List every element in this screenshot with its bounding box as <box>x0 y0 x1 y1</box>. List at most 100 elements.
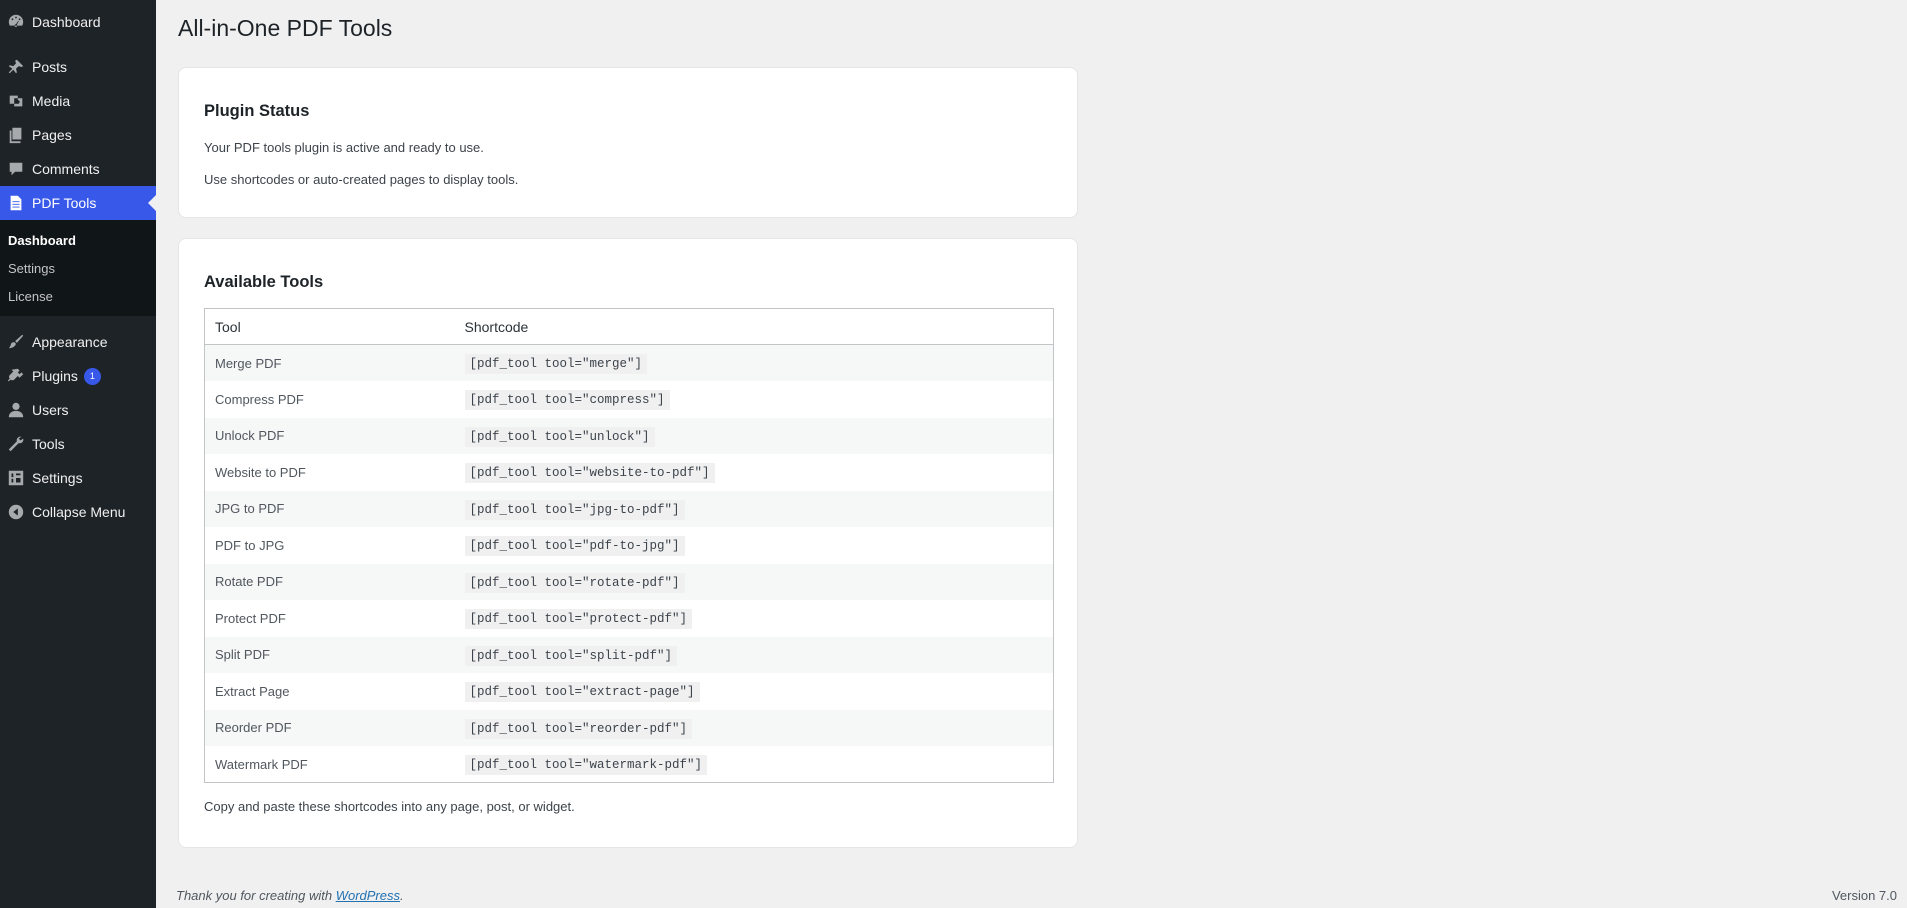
column-header-tool: Tool <box>204 308 455 345</box>
plugin-status-heading: Plugin Status <box>204 102 310 120</box>
shortcode-text[interactable]: [pdf_tool tool="extract-page"] <box>464 682 700 703</box>
menu-label: Posts <box>32 59 68 75</box>
menu-label: Plugins <box>32 368 78 384</box>
shortcode-cell: [pdf_tool tool="compress"] <box>455 381 1054 418</box>
submenu-item-license[interactable]: License <box>0 282 156 310</box>
table-row: Split PDF [pdf_tool tool="split-pdf"] <box>204 636 1054 673</box>
shortcode-text[interactable]: [pdf_tool tool="merge"] <box>464 354 648 374</box>
shortcode-cell: [pdf_tool tool="split-pdf"] <box>454 636 1054 673</box>
menu-item-settings[interactable]: Settings <box>0 461 156 495</box>
dashboard-icon <box>0 13 32 31</box>
shortcode-text[interactable]: [pdf_tool tool="rotate-pdf"] <box>464 572 685 593</box>
table-row: Reorder PDF [pdf_tool tool="reorder-pdf"] <box>204 709 1054 746</box>
shortcode-text[interactable]: [pdf_tool tool="pdf-to-jpg"] <box>464 536 685 557</box>
available-tools-card: Available Tools Tool Shortcode Merge PDF… <box>178 238 1078 848</box>
menu-item-dashboard[interactable]: Dashboard <box>0 5 156 39</box>
comment-icon <box>0 160 32 178</box>
admin-sidebar: Dashboard Posts Media Pages Comments PDF… <box>0 0 156 908</box>
menu-label: Settings <box>32 470 83 486</box>
tool-name-cell: PDF to JPG <box>215 537 285 553</box>
tools-table: Tool Shortcode Merge PDF [pdf_tool tool="… <box>204 308 1054 783</box>
shortcode-text[interactable]: [pdf_tool tool="compress"] <box>464 390 670 411</box>
submenu-item-settings[interactable]: Settings <box>0 254 156 282</box>
menu-item-tools[interactable]: Tools <box>0 427 156 461</box>
menu-item-plugins[interactable]: Plugins 1 <box>0 359 156 393</box>
shortcode-text[interactable]: [pdf_tool tool="website-to-pdf"] <box>464 463 715 484</box>
table-row: Merge PDF [pdf_tool tool="merge"] <box>204 344 1054 381</box>
pages-icon <box>0 126 32 144</box>
plugin-status-card: Plugin Status Your PDF tools plugin is a… <box>178 67 1078 218</box>
current-menu-arrow <box>148 195 156 211</box>
media-icon <box>0 92 32 110</box>
document-icon <box>0 194 32 212</box>
menu-label: Comments <box>32 161 100 177</box>
menu-label: Dashboard <box>32 14 101 30</box>
table-row: JPG to PDF [pdf_tool tool="jpg-to-pdf"] <box>204 490 1054 527</box>
shortcode-cell: [pdf_tool tool="website-to-pdf"] <box>455 454 1054 491</box>
shortcode-cell: [pdf_tool tool="reorder-pdf"] <box>454 709 1054 746</box>
footer-thanks: Thank you for creating with WordPress. <box>176 888 404 903</box>
brush-icon <box>0 333 32 351</box>
tool-name-cell: Protect PDF <box>215 610 286 626</box>
shortcode-cell: [pdf_tool tool="unlock"] <box>454 417 1054 454</box>
menu-item-comments[interactable]: Comments <box>0 152 156 186</box>
status-line-2: Use shortcodes or auto-created pages to … <box>204 172 519 187</box>
tool-name-cell: Merge PDF <box>204 344 455 381</box>
pdf-tools-submenu: Dashboard Settings License <box>0 220 156 316</box>
wordpress-link[interactable]: WordPress <box>336 888 400 903</box>
pushpin-icon <box>0 58 32 76</box>
status-line-1: Your PDF tools plugin is active and read… <box>204 140 484 155</box>
tool-name-cell: Split PDF <box>204 636 455 673</box>
tool-name-cell: Website to PDF <box>215 464 306 480</box>
table-row: PDF to JPG [pdf_tool tool="pdf-to-jpg"] <box>205 527 1054 564</box>
menu-item-posts[interactable]: Posts <box>0 50 156 84</box>
plugin-icon <box>0 367 32 385</box>
shortcode-text[interactable]: [pdf_tool tool="split-pdf"] <box>464 645 678 666</box>
update-count-badge: 1 <box>83 367 101 385</box>
shortcode-cell: [pdf_tool tool="merge"] <box>454 344 1054 381</box>
shortcode-text[interactable]: [pdf_tool tool="reorder-pdf"] <box>464 718 693 739</box>
menu-label: Users <box>32 402 69 418</box>
page-title: All-in-One PDF Tools <box>178 15 393 41</box>
table-row: Protect PDF [pdf_tool tool="protect-pdf"] <box>205 600 1054 637</box>
tool-name-cell: Watermark PDF <box>215 756 308 772</box>
collapse-menu-button[interactable]: Collapse Menu <box>0 495 156 529</box>
footer-thanks-prefix: Thank you for creating with <box>176 888 336 903</box>
table-row: Watermark PDF [pdf_tool tool="watermark-p… <box>205 746 1054 783</box>
shortcode-text[interactable]: [pdf_tool tool="protect-pdf"] <box>464 609 693 630</box>
shortcode-text[interactable]: [pdf_tool tool="watermark-pdf"] <box>464 755 708 775</box>
wrench-icon <box>0 435 32 453</box>
shortcode-cell: [pdf_tool tool="jpg-to-pdf"] <box>454 490 1054 527</box>
table-row: Compress PDF [pdf_tool tool="compress"] <box>205 381 1054 418</box>
shortcode-text[interactable]: [pdf_tool tool="unlock"] <box>464 426 655 447</box>
menu-item-appearance[interactable]: Appearance <box>0 325 156 359</box>
version-text: Version 7.0 <box>1831 888 1897 903</box>
table-row: Rotate PDF [pdf_tool tool="rotate-pdf"] <box>204 563 1054 600</box>
tool-name-cell: Compress PDF <box>215 391 304 407</box>
shortcode-cell: [pdf_tool tool="pdf-to-jpg"] <box>455 527 1054 564</box>
menu-label: PDF Tools <box>32 195 97 211</box>
menu-item-pages[interactable]: Pages <box>0 118 156 152</box>
submenu-item-dashboard[interactable]: Dashboard <box>0 226 156 254</box>
tool-name-cell: JPG to PDF <box>204 490 455 527</box>
footer-thanks-suffix: . <box>400 888 404 903</box>
menu-item-pdf-tools[interactable]: PDF Tools <box>0 186 156 220</box>
shortcode-cell: [pdf_tool tool="rotate-pdf"] <box>454 563 1054 600</box>
table-row: Extract Page [pdf_tool tool="extract-page… <box>205 673 1054 710</box>
collapse-icon <box>0 503 32 521</box>
column-header-shortcode: Shortcode <box>454 308 1054 345</box>
shortcode-help-text: Copy and paste these shortcodes into any… <box>204 799 575 814</box>
table-row: Unlock PDF [pdf_tool tool="unlock"] <box>204 417 1054 454</box>
tool-name-cell: Reorder PDF <box>204 709 455 746</box>
menu-label: Media <box>32 93 71 109</box>
tool-name-cell: Rotate PDF <box>204 563 455 600</box>
shortcode-text[interactable]: [pdf_tool tool="jpg-to-pdf"] <box>464 499 685 520</box>
menu-label: Appearance <box>32 334 108 350</box>
user-icon <box>0 401 32 419</box>
menu-label: Pages <box>32 127 72 143</box>
settings-icon <box>0 469 32 487</box>
menu-label: Tools <box>32 436 65 452</box>
main-content: All-in-One PDF Tools Plugin Status Your … <box>156 0 1907 908</box>
menu-item-users[interactable]: Users <box>0 393 156 427</box>
menu-item-media[interactable]: Media <box>0 84 156 118</box>
